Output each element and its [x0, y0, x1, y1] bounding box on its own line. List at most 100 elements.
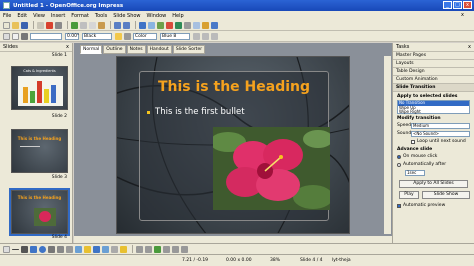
- menu-slide-show[interactable]: Slide Show: [113, 13, 140, 19]
- tab-handout[interactable]: Handout: [146, 45, 172, 54]
- shadow-icon[interactable]: [124, 32, 131, 40]
- edit-file-icon[interactable]: [37, 21, 44, 29]
- callouts-icon[interactable]: [111, 245, 118, 253]
- basic-shapes-icon[interactable]: [75, 245, 82, 253]
- speed-select[interactable]: Medium: [411, 122, 470, 129]
- section-table-design[interactable]: Table Design: [393, 68, 474, 76]
- block-arrows-icon[interactable]: [93, 245, 100, 253]
- close-button[interactable]: x: [463, 1, 472, 9]
- sound-select[interactable]: <No Sound>: [411, 130, 470, 137]
- gluepoints-icon[interactable]: [145, 245, 152, 253]
- slide-heading[interactable]: This is the Heading: [117, 79, 349, 95]
- auto-after-field[interactable]: 1sec: [405, 169, 425, 176]
- draw-arrow-icon[interactable]: [21, 245, 28, 253]
- maximize-button[interactable]: □: [453, 1, 462, 9]
- line-icon[interactable]: [12, 32, 19, 40]
- zoom-icon[interactable]: [202, 21, 209, 29]
- slide-thumb-2[interactable]: Cats & Ingredients: [11, 66, 68, 110]
- select-icon[interactable]: [3, 245, 10, 253]
- redo-icon[interactable]: [123, 21, 130, 29]
- arrow-style-icon[interactable]: [21, 32, 28, 40]
- on-click-radio[interactable]: [397, 154, 401, 159]
- minimize-button[interactable]: _: [443, 1, 452, 9]
- arrange-icon[interactable]: [211, 32, 218, 40]
- vertical-scrollbar[interactable]: [384, 56, 391, 234]
- slide-thumb-3[interactable]: This is the Heading: [11, 129, 68, 173]
- tab-outline[interactable]: Outline: [103, 45, 126, 54]
- menu-tools[interactable]: Tools: [95, 13, 107, 19]
- extrusion-icon[interactable]: [181, 245, 188, 253]
- export-pdf-icon[interactable]: [46, 21, 53, 29]
- slide-thumb-4[interactable]: This is the Heading: [9, 188, 70, 236]
- paste-icon[interactable]: [98, 21, 105, 29]
- area-style-select[interactable]: Color: [133, 32, 157, 40]
- transition-list[interactable]: No Transition Wipe Up Wipe Right: [397, 100, 470, 114]
- ellipse-icon[interactable]: [39, 245, 46, 253]
- tab-slide-sorter[interactable]: Slide Sorter: [172, 45, 206, 54]
- section-master-pages[interactable]: Master Pages: [393, 52, 474, 60]
- horizontal-scrollbar[interactable]: [74, 236, 392, 243]
- text-icon[interactable]: [57, 245, 64, 253]
- line-style-select[interactable]: [30, 32, 62, 40]
- symbol-shapes-icon[interactable]: [84, 245, 91, 253]
- slide-show-button[interactable]: Slide Show: [422, 191, 470, 199]
- copy-icon[interactable]: [89, 21, 96, 29]
- open-icon[interactable]: [12, 21, 19, 29]
- slides-panel-close[interactable]: x: [66, 43, 69, 52]
- stars-icon[interactable]: [120, 245, 127, 253]
- tasks-panel-close[interactable]: x: [468, 43, 471, 52]
- draw-line-icon[interactable]: [12, 248, 19, 250]
- tab-notes[interactable]: Notes: [126, 45, 146, 54]
- line-color-select[interactable]: Black: [82, 32, 112, 40]
- points-icon[interactable]: [136, 245, 143, 253]
- help-icon[interactable]: [211, 21, 218, 29]
- spellcheck-icon[interactable]: [71, 21, 78, 29]
- loop-checkbox[interactable]: [411, 139, 415, 144]
- table-icon[interactable]: [148, 21, 155, 29]
- rectangle-icon[interactable]: [30, 245, 37, 253]
- slide-bullet[interactable]: This is the first bullet: [147, 107, 245, 117]
- transition-item[interactable]: Wipe Right: [398, 109, 469, 115]
- menu-window[interactable]: Window: [147, 13, 167, 19]
- auto-preview-checkbox[interactable]: [397, 203, 401, 208]
- new-icon[interactable]: [3, 21, 10, 29]
- curve-icon[interactable]: [48, 245, 55, 253]
- movie-icon[interactable]: [166, 21, 173, 29]
- print-icon[interactable]: [55, 21, 62, 29]
- align-icon[interactable]: [202, 32, 209, 40]
- from-file-icon[interactable]: [163, 245, 170, 253]
- globe-icon[interactable]: [175, 21, 182, 29]
- image-icon[interactable]: [157, 21, 164, 29]
- menu-edit[interactable]: Edit: [17, 13, 27, 19]
- styles-icon[interactable]: [3, 32, 10, 40]
- gallery-icon[interactable]: [184, 21, 191, 29]
- line-width-field[interactable]: 0.00": [65, 32, 79, 40]
- play-button[interactable]: Play: [399, 191, 419, 199]
- rotate-icon[interactable]: [193, 32, 200, 40]
- auto-after-radio[interactable]: [397, 162, 401, 167]
- area-icon[interactable]: [115, 32, 122, 40]
- section-layouts[interactable]: Layouts: [393, 60, 474, 68]
- area-color-select[interactable]: Blue 8: [160, 32, 190, 40]
- section-custom-animation[interactable]: Custom Animation: [393, 76, 474, 84]
- document-close-button[interactable]: x: [461, 12, 464, 18]
- fontwork-icon[interactable]: [154, 245, 161, 253]
- apply-all-button[interactable]: Apply to All Slides: [399, 180, 468, 188]
- cut-icon[interactable]: [80, 21, 87, 29]
- menu-format[interactable]: Format: [71, 13, 89, 19]
- navigator-icon[interactable]: [193, 21, 200, 29]
- tab-normal[interactable]: Normal: [80, 45, 103, 54]
- save-icon[interactable]: [21, 21, 28, 29]
- gallery-draw-icon[interactable]: [172, 245, 179, 253]
- slide-canvas[interactable]: This is the Heading This is the first bu…: [116, 56, 350, 234]
- menu-help[interactable]: Help: [172, 13, 183, 19]
- menu-file[interactable]: File: [3, 13, 11, 19]
- section-slide-transition[interactable]: Slide Transition: [393, 84, 474, 92]
- flowchart-icon[interactable]: [102, 245, 109, 253]
- undo-icon[interactable]: [114, 21, 121, 29]
- menu-view[interactable]: View: [33, 13, 45, 19]
- chart-icon[interactable]: [139, 21, 146, 29]
- connector-icon[interactable]: [66, 245, 73, 253]
- menu-insert[interactable]: Insert: [51, 13, 65, 19]
- flower-photo[interactable]: [213, 127, 330, 210]
